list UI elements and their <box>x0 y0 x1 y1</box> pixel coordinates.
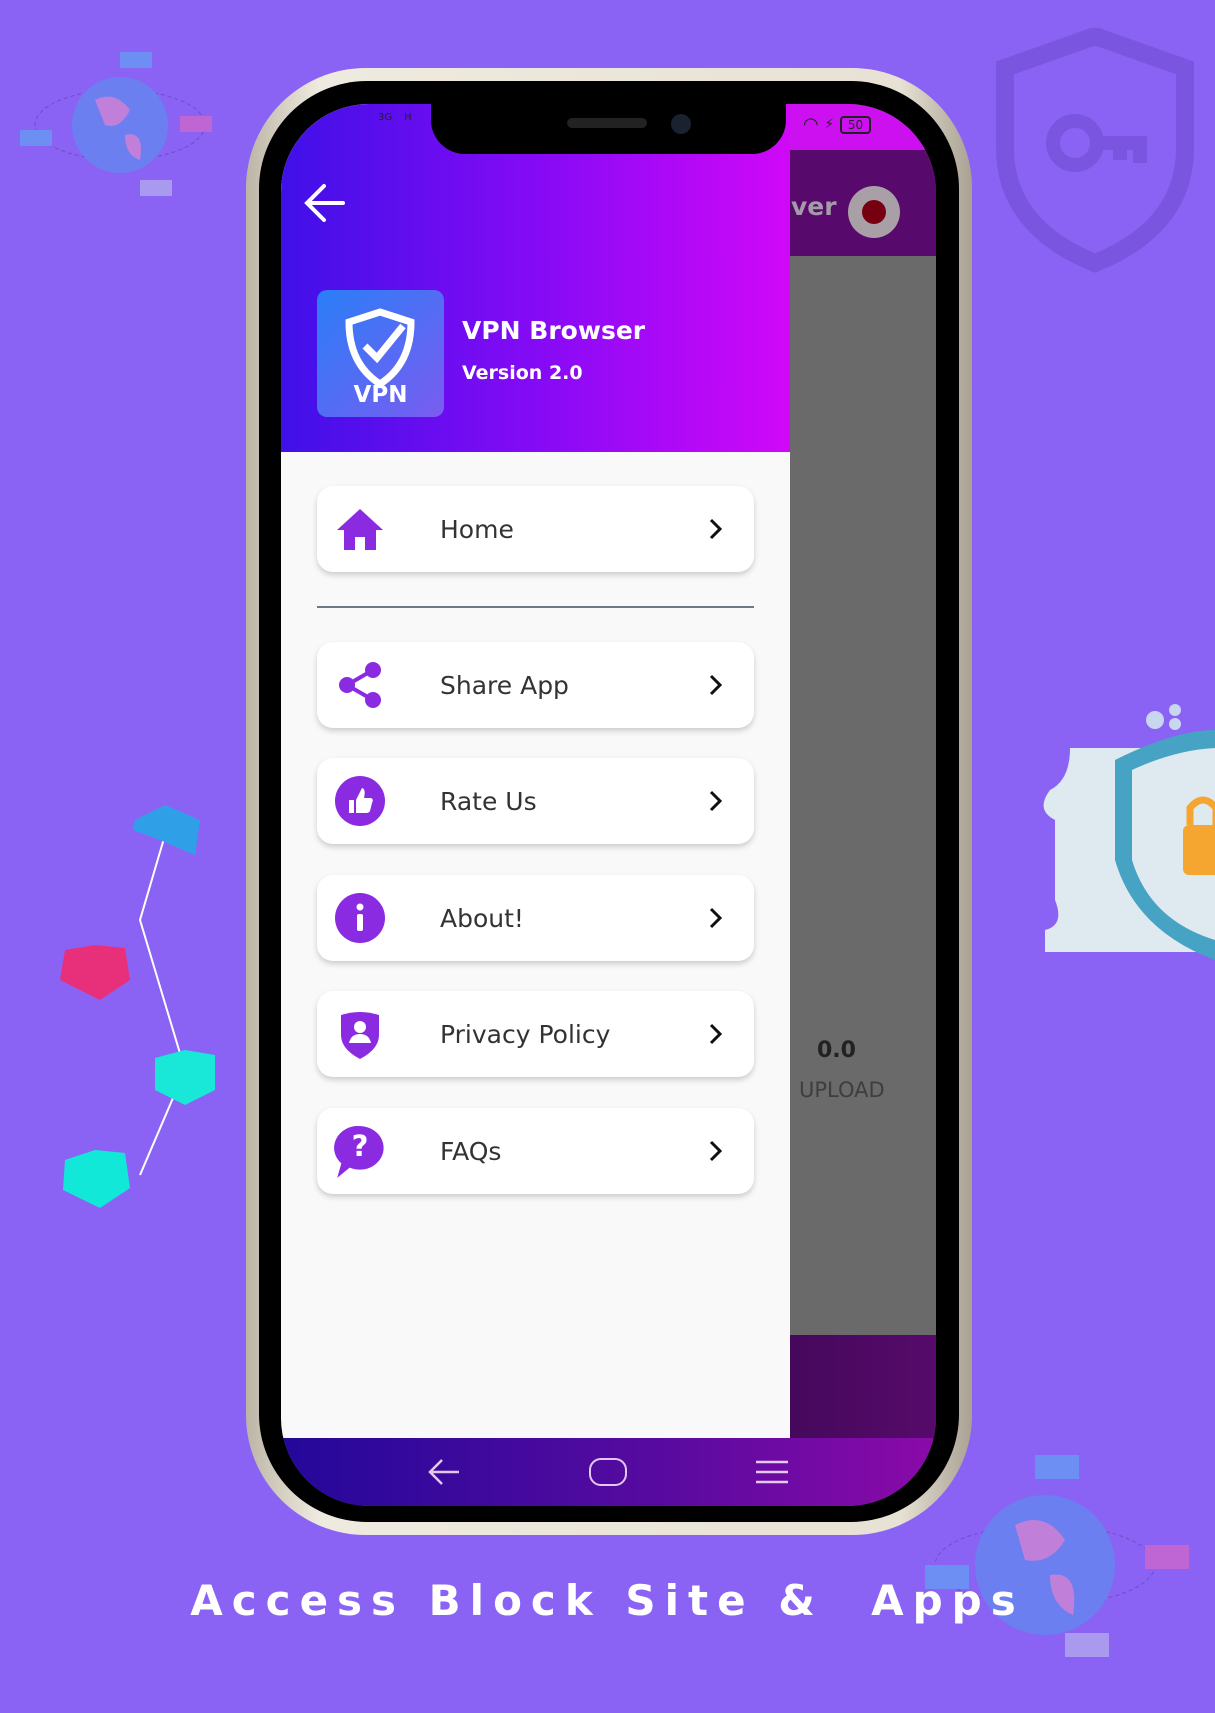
record-button[interactable] <box>848 186 900 238</box>
menu-item-privacy-policy[interactable]: Privacy Policy <box>317 991 754 1077</box>
menu-item-label: Rate Us <box>440 786 537 816</box>
app-version: Version 2.0 <box>462 362 583 384</box>
svg-text:?: ? <box>352 1129 369 1163</box>
nav-back-icon[interactable] <box>427 1458 461 1486</box>
phone-notch <box>431 104 786 154</box>
back-arrow-icon[interactable] <box>303 182 347 224</box>
menu-item-label: Privacy Policy <box>440 1019 611 1049</box>
chevron-right-icon <box>709 1140 723 1162</box>
battery-icon: 50 <box>839 115 872 134</box>
chevron-right-icon <box>709 518 723 540</box>
menu-item-share-app[interactable]: Share App <box>317 642 754 728</box>
app-name: VPN Browser <box>462 316 646 345</box>
app-logo: VPN <box>317 290 444 417</box>
globe-icon <box>925 1455 1189 1657</box>
menu-item-faqs[interactable]: ? FAQs <box>317 1108 754 1194</box>
share-icon <box>339 662 381 708</box>
tagline: Access Block Site & Apps <box>190 1576 1025 1625</box>
menu-item-label: Home <box>440 514 514 544</box>
chevron-right-icon <box>709 1023 723 1045</box>
info-icon <box>335 893 385 943</box>
menu-item-label: Share App <box>440 670 569 700</box>
charging-icon: ⚡ <box>824 117 834 132</box>
upload-label: UPLOAD <box>799 1078 885 1102</box>
status-bar-right: ◠ ⚡ 50 <box>803 114 872 135</box>
menu-item-label: About! <box>440 903 524 933</box>
home-icon <box>337 509 383 550</box>
question-bubble-icon: ? <box>334 1126 384 1178</box>
divider <box>317 606 754 608</box>
drawer-header: 3G H VPN VPN Browser Version 2.0 <box>281 104 790 452</box>
menu-item-about[interactable]: About! <box>317 875 754 961</box>
phone-screen: ver 0.0 UPLOAD ◠ ⚡ 50 3G H VPN VPN Browser… <box>281 104 936 1506</box>
cubes-icon <box>60 805 215 1208</box>
security-lock-icon <box>1043 704 1215 960</box>
nav-home-button[interactable] <box>589 1458 627 1486</box>
chevron-right-icon <box>709 674 723 696</box>
nav-menu-icon[interactable] <box>755 1460 789 1484</box>
wifi-icon: ◠ <box>803 114 819 135</box>
shield-key-icon <box>996 28 1194 273</box>
background-title: ver <box>791 192 837 221</box>
thumbs-up-icon <box>335 776 385 826</box>
logo-text: VPN <box>353 382 408 408</box>
shield-check-icon <box>345 308 415 388</box>
menu-item-home[interactable]: Home <box>317 486 754 572</box>
system-nav-bar <box>281 1438 936 1506</box>
privacy-shield-icon <box>341 1012 379 1059</box>
navigation-drawer: 3G H VPN VPN Browser Version 2.0 Home Sha… <box>281 104 790 1438</box>
signal-indicator: 3G H <box>378 112 412 123</box>
chevron-right-icon <box>709 907 723 929</box>
menu-item-label: FAQs <box>440 1136 502 1166</box>
upload-value: 0.0 <box>817 1038 856 1063</box>
globe-icon <box>20 52 212 196</box>
menu-item-rate-us[interactable]: Rate Us <box>317 758 754 844</box>
chevron-right-icon <box>709 790 723 812</box>
